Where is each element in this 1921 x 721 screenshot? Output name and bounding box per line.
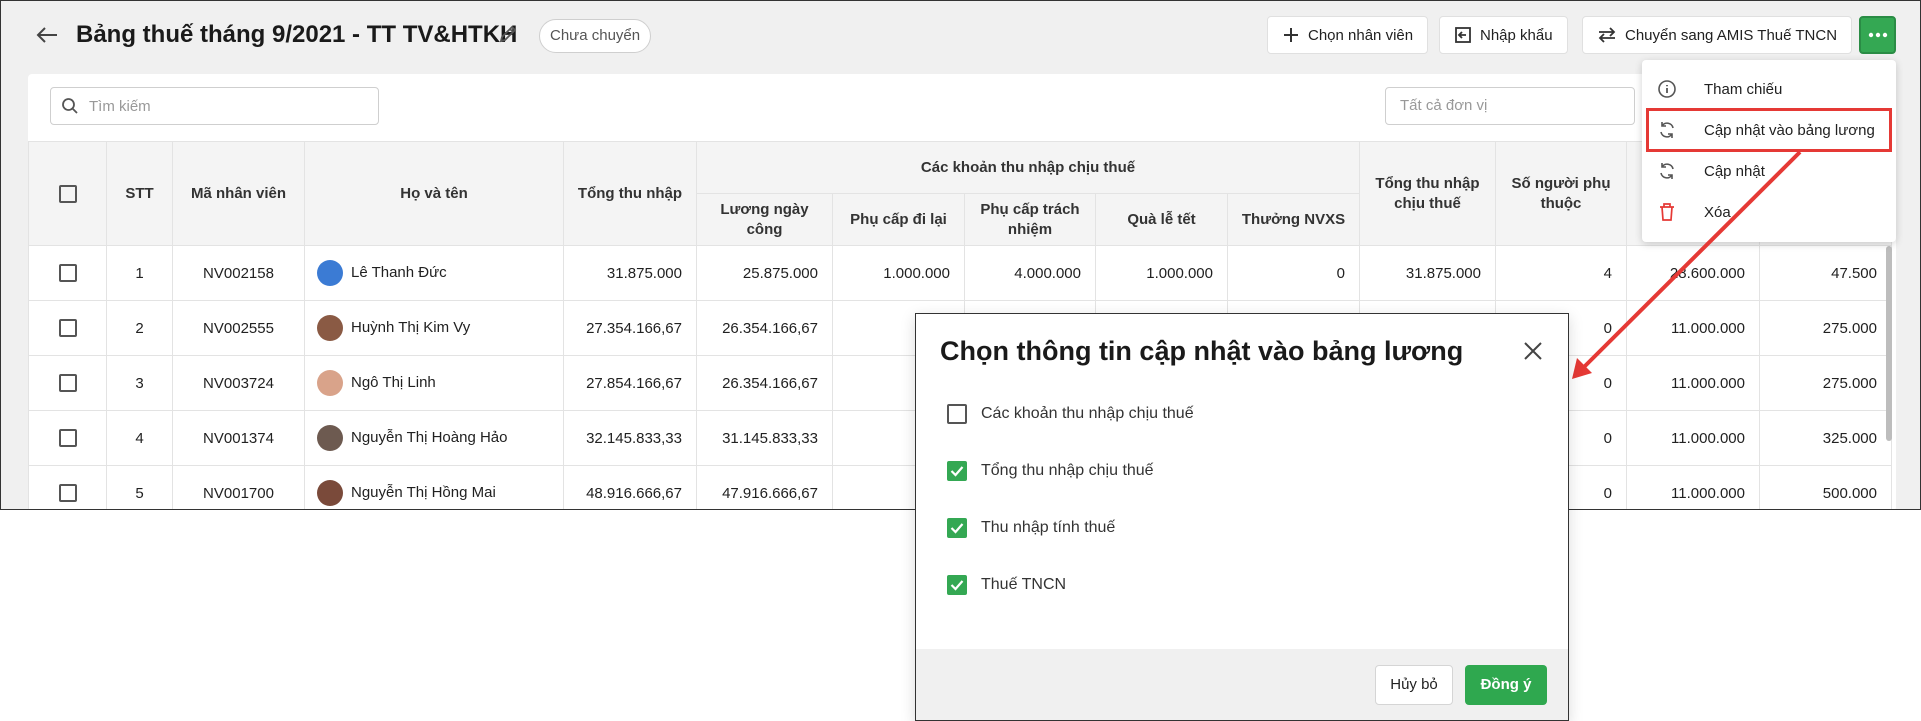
ok-button[interactable]: Đồng ý — [1465, 665, 1547, 705]
close-icon[interactable] — [1522, 340, 1548, 366]
checkmark-icon — [950, 523, 964, 534]
update-payroll-dialog: Chọn thông tin cập nhật vào bảng lương C… — [915, 313, 1569, 721]
dialog-footer: Hủy bỏ Đồng ý — [916, 649, 1568, 720]
checkbox-taxable-items[interactable] — [947, 404, 967, 424]
option-total-taxable[interactable]: Tổng thu nhập chịu thuế — [947, 461, 1154, 481]
option-label: Thu nhập tính thuế — [981, 519, 1116, 536]
option-label: Thuế TNCN — [981, 576, 1067, 593]
checkbox-taxable-income[interactable] — [947, 518, 967, 538]
option-taxable-items[interactable]: Các khoản thu nhập chịu thuế — [947, 404, 1194, 424]
option-label: Các khoản thu nhập chịu thuế — [981, 405, 1194, 422]
option-pit[interactable]: Thuế TNCN — [947, 575, 1066, 595]
option-taxable-income[interactable]: Thu nhập tính thuế — [947, 518, 1115, 538]
checkbox-total-taxable[interactable] — [947, 461, 967, 481]
cancel-button[interactable]: Hủy bỏ — [1375, 665, 1453, 705]
checkbox-pit[interactable] — [947, 575, 967, 595]
checkmark-icon — [950, 466, 964, 477]
option-label: Tổng thu nhập chịu thuế — [981, 462, 1154, 479]
checkmark-icon — [950, 580, 964, 591]
dialog-title: Chọn thông tin cập nhật vào bảng lương — [940, 336, 1464, 366]
